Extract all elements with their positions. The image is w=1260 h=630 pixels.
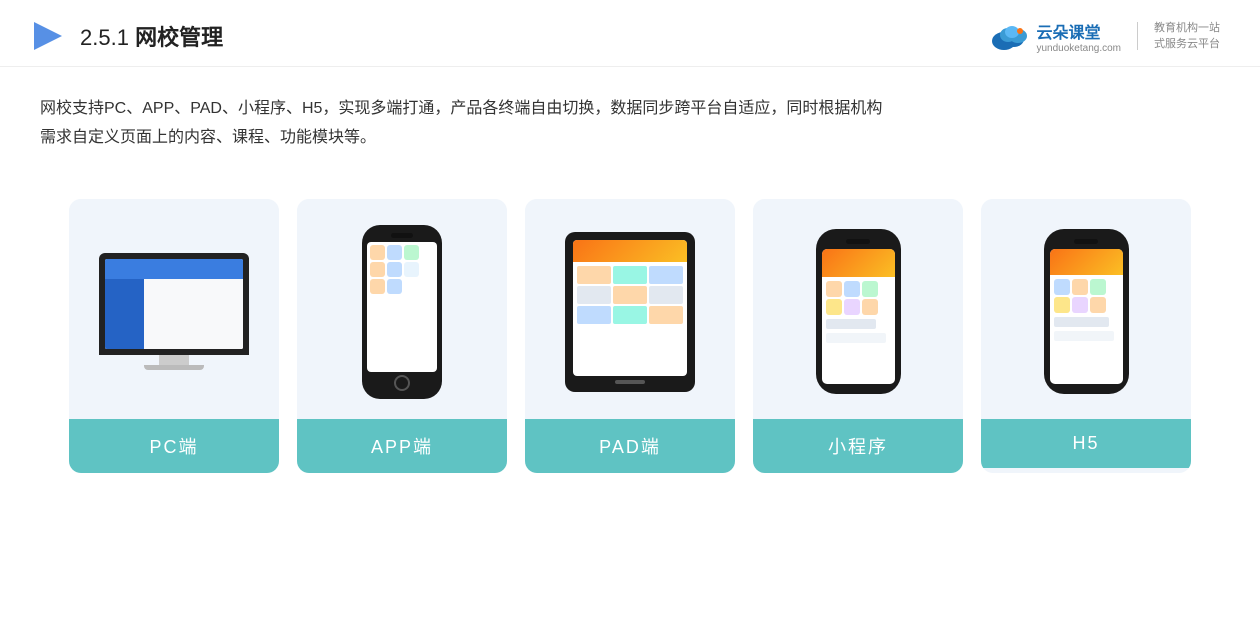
header-left: 2.5.1 网校管理 [30, 18, 223, 54]
card-miniapp: 小程序 [753, 199, 963, 473]
logo-divider [1137, 22, 1138, 50]
card-app: APP端 [297, 199, 507, 473]
cloud-logo-icon [988, 19, 1032, 53]
card-pc: PC端 [69, 199, 279, 473]
card-image-h5 [981, 199, 1191, 419]
card-image-miniapp [753, 199, 963, 419]
section-icon [30, 18, 66, 54]
description-section: 网校支持PC、APP、PAD、小程序、H5，实现多端打通，产品各终端自由切换，数… [0, 67, 1260, 169]
card-pad: PAD端 [525, 199, 735, 473]
card-h5: H5 [981, 199, 1191, 473]
card-label-pad: PAD端 [525, 419, 735, 473]
device-miniapp-phone [816, 229, 901, 394]
device-h5-phone [1044, 229, 1129, 394]
description-line2: 需求自定义页面上的内容、课程、功能模块等。 [40, 124, 1220, 153]
card-label-h5: H5 [981, 419, 1191, 468]
device-pad [565, 232, 695, 392]
card-label-miniapp: 小程序 [753, 419, 963, 473]
logo-slogan: 教育机构一站 式服务云平台 [1154, 20, 1220, 53]
page-title: 2.5.1 网校管理 [80, 20, 223, 52]
device-pc [99, 253, 249, 370]
platform-cards: PC端 [0, 179, 1260, 493]
card-image-pad [525, 199, 735, 419]
card-image-app [297, 199, 507, 419]
logo-area: 云朵课堂 yunduoketang.com 教育机构一站 式服务云平台 [988, 19, 1220, 54]
card-label-pc: PC端 [69, 419, 279, 473]
page-header: 2.5.1 网校管理 云朵课堂 yunduoketang.com [0, 0, 1260, 67]
card-image-pc [69, 199, 279, 419]
device-app-phone [362, 225, 442, 399]
description-line1: 网校支持PC、APP、PAD、小程序、H5，实现多端打通，产品各终端自由切换，数… [40, 95, 1220, 124]
logo-cloud: 云朵课堂 yunduoketang.com [988, 19, 1121, 54]
card-label-app: APP端 [297, 419, 507, 473]
logo-text-block: 云朵课堂 yunduoketang.com [1036, 19, 1121, 54]
